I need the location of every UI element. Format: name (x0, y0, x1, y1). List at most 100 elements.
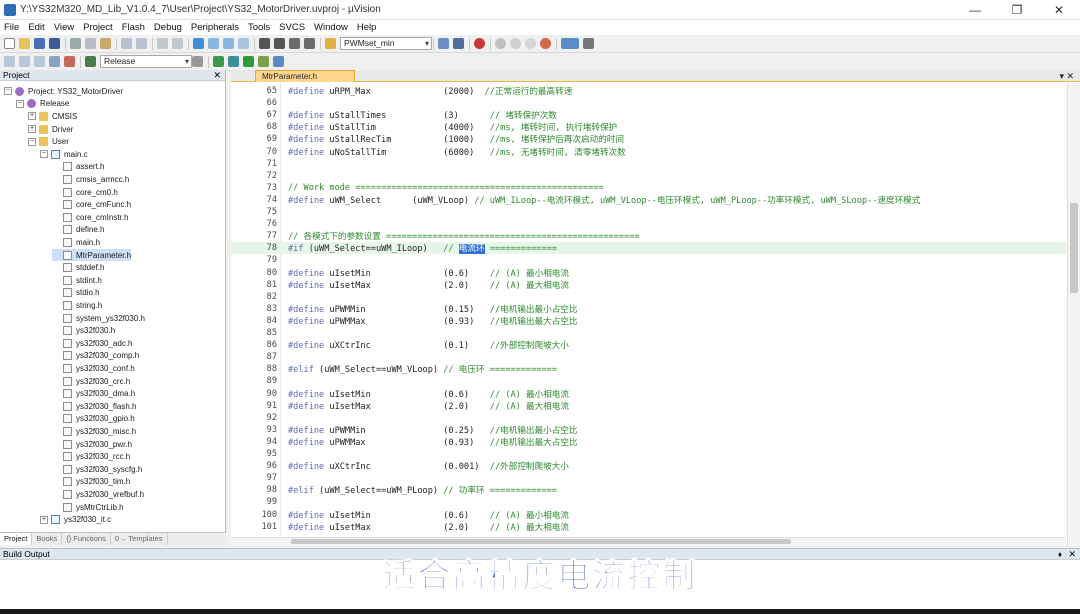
code-line[interactable]: 88 #elif (uWM_Select==uWM_VLoop) // 电压环 =… (231, 363, 1066, 375)
horizontal-scrollbar[interactable] (231, 537, 1066, 545)
tree-file[interactable]: ys32f030_conf.h (52, 362, 135, 375)
expand-toggle-icon[interactable]: − (4, 87, 12, 96)
code-line[interactable]: 75 (231, 206, 1066, 218)
code-line[interactable]: 89 (231, 375, 1066, 387)
close-icon[interactable]: ✕ (213, 70, 221, 81)
code-line[interactable]: 85 (231, 327, 1066, 339)
code-line[interactable]: 98 #elif (uWM_Select==uWM_PLoop) // 功率环 =… (231, 484, 1066, 496)
manage-components-icon[interactable] (213, 56, 224, 67)
code-line[interactable]: 77 // 各模式下的参数设置 =========================… (231, 230, 1066, 242)
scroll-thumb[interactable] (291, 539, 791, 544)
code-line[interactable]: 66 (231, 97, 1066, 109)
code-line[interactable]: 86 #define uXCtrInc (0.1) //外部控制爬坡大小 (231, 339, 1066, 351)
breakpoint-disable-icon[interactable] (510, 38, 521, 49)
code-line[interactable]: 93 #define uPWMMin (0.25) //电机输出最小占空比 (231, 424, 1066, 436)
code-line[interactable]: 65 #define uRPM_Max (2000) //正常运行的最高转速 (231, 85, 1066, 97)
code-line[interactable]: 95 (231, 448, 1066, 460)
code-line[interactable]: 94 #define uPWMMax (0.93) //电机输出最大占空比 (231, 436, 1066, 448)
tree-node[interactable]: + ys32f030_it.c (40, 513, 111, 526)
find-combo[interactable]: PWMset_min (340, 37, 432, 50)
restore-icon[interactable]: ❐ (996, 0, 1038, 20)
new-file-icon[interactable] (4, 38, 15, 49)
tree-file[interactable]: cmsis_armcc.h (52, 173, 129, 186)
menu-edit[interactable]: Edit (28, 22, 44, 33)
expand-toggle-icon[interactable]: + (28, 125, 36, 134)
tree-file[interactable]: ysMtrCtrLib.h (52, 501, 124, 514)
menu-flash[interactable]: Flash (122, 22, 145, 33)
menu-tools[interactable]: Tools (248, 22, 270, 33)
code-line[interactable]: 100 #define uIsetMin (0.6) // (A) 最小相电流 (231, 509, 1066, 521)
tree-file[interactable]: core_cm0.h (52, 186, 118, 199)
run-environment-icon[interactable] (243, 56, 254, 67)
bookmark-icon[interactable] (193, 38, 204, 49)
menu-window[interactable]: Window (314, 22, 348, 33)
tree-node[interactable]: − Release (16, 98, 69, 111)
tree-file[interactable]: define.h (52, 224, 104, 237)
select-packs-icon[interactable] (228, 56, 239, 67)
find-icon[interactable] (453, 38, 464, 49)
tree-file[interactable]: ys32f030_crc.h (52, 375, 130, 388)
code-line[interactable]: 72 (231, 170, 1066, 182)
tab-functions[interactable]: {} Functions (62, 533, 111, 545)
code-line[interactable]: 83 #define uPWMMin (0.15) //电机输出最小占空比 (231, 303, 1066, 315)
code-line[interactable]: 69 #define uStallRecTim (1000) //ms, 堵转保护… (231, 133, 1066, 145)
clear-bookmarks-icon[interactable] (238, 38, 249, 49)
software-packs-icon[interactable] (273, 56, 284, 67)
tree-file[interactable]: ys32f030_rcc.h (52, 450, 130, 463)
tree-file[interactable]: ys32f030_pwr.h (52, 438, 132, 451)
tree-file[interactable]: ys32f030_misc.h (52, 425, 136, 438)
close-icon[interactable]: ✕ (1038, 0, 1080, 20)
rebuild-icon[interactable] (34, 56, 45, 67)
pack-installer-icon[interactable] (258, 56, 269, 67)
code-line[interactable]: 68 #define uStallTim (4000) //ms, 堵转时间, 执… (231, 121, 1066, 133)
find-in-files-icon[interactable] (325, 38, 336, 49)
download-icon[interactable] (85, 56, 96, 67)
undo-icon[interactable] (121, 38, 132, 49)
code-line[interactable]: 74 #define uWM_Select (uWM_VLoop) // uWM_… (231, 194, 1066, 206)
code-line[interactable]: 99 (231, 496, 1066, 508)
expand-toggle-icon[interactable]: − (40, 150, 48, 159)
tab-project[interactable]: Project (0, 533, 33, 545)
nav-forward-icon[interactable] (172, 38, 183, 49)
save-all-icon[interactable] (49, 38, 60, 49)
prev-bookmark-icon[interactable] (208, 38, 219, 49)
paste-icon[interactable] (100, 38, 111, 49)
copy-icon[interactable] (85, 38, 96, 49)
menu-project[interactable]: Project (83, 22, 113, 33)
tree-file[interactable]: stddef.h (52, 261, 104, 274)
breakpoint-kill-all-icon[interactable] (540, 38, 551, 49)
code-line[interactable]: 81 #define uIsetMax (2.0) // (A) 最大相电流 (231, 279, 1066, 291)
open-folder-icon[interactable] (19, 38, 30, 49)
incremental-find-icon[interactable] (438, 38, 449, 49)
tree-file[interactable]: ys32f030_adc.h (52, 337, 133, 350)
redo-icon[interactable] (136, 38, 147, 49)
code-line[interactable]: 73 // Work mode =========================… (231, 182, 1066, 194)
scroll-thumb[interactable] (1070, 203, 1078, 293)
menu-svcs[interactable]: SVCS (279, 22, 305, 33)
tree-file[interactable]: ys32f030_syscfg.h (52, 463, 142, 476)
tree-folder[interactable]: − User (28, 135, 69, 148)
code-line[interactable]: 76 (231, 218, 1066, 230)
next-bookmark-icon[interactable] (223, 38, 234, 49)
configure-icon[interactable] (583, 38, 594, 49)
tree-file[interactable]: string.h (52, 299, 102, 312)
tree-file[interactable]: ys32f030_comp.h (52, 350, 139, 363)
breakpoint-disable-all-icon[interactable] (525, 38, 536, 49)
comment-icon[interactable] (289, 38, 300, 49)
code-line[interactable]: 79 (231, 254, 1066, 266)
tree-file[interactable]: core_cmFunc.h (52, 198, 131, 211)
menu-debug[interactable]: Debug (154, 22, 182, 33)
expand-toggle-icon[interactable]: − (16, 99, 24, 108)
code-line[interactable]: 80 #define uIsetMin (0.6) // (A) 最小相电流 (231, 267, 1066, 279)
code-line[interactable]: 91 #define uIsetMax (2.0) // (A) 最大相电流 (231, 400, 1066, 412)
expand-toggle-icon[interactable]: + (40, 515, 48, 524)
tree-file[interactable]: stdint.h (52, 274, 102, 287)
tree-file[interactable]: ys32f030_dma.h (52, 387, 135, 400)
code-line[interactable]: 84 #define uPWMMax (0.93) //电机输出最大占空比 (231, 315, 1066, 327)
debug-session-icon[interactable] (474, 38, 485, 49)
code-line[interactable]: 71 (231, 158, 1066, 170)
tree-file[interactable]: ys32f030_flash.h (52, 400, 137, 413)
tree-folder[interactable]: + CMSIS (28, 110, 77, 123)
window-layout-icon[interactable] (561, 38, 579, 49)
tree-file[interactable]: core_cmInstr.h (52, 211, 128, 224)
